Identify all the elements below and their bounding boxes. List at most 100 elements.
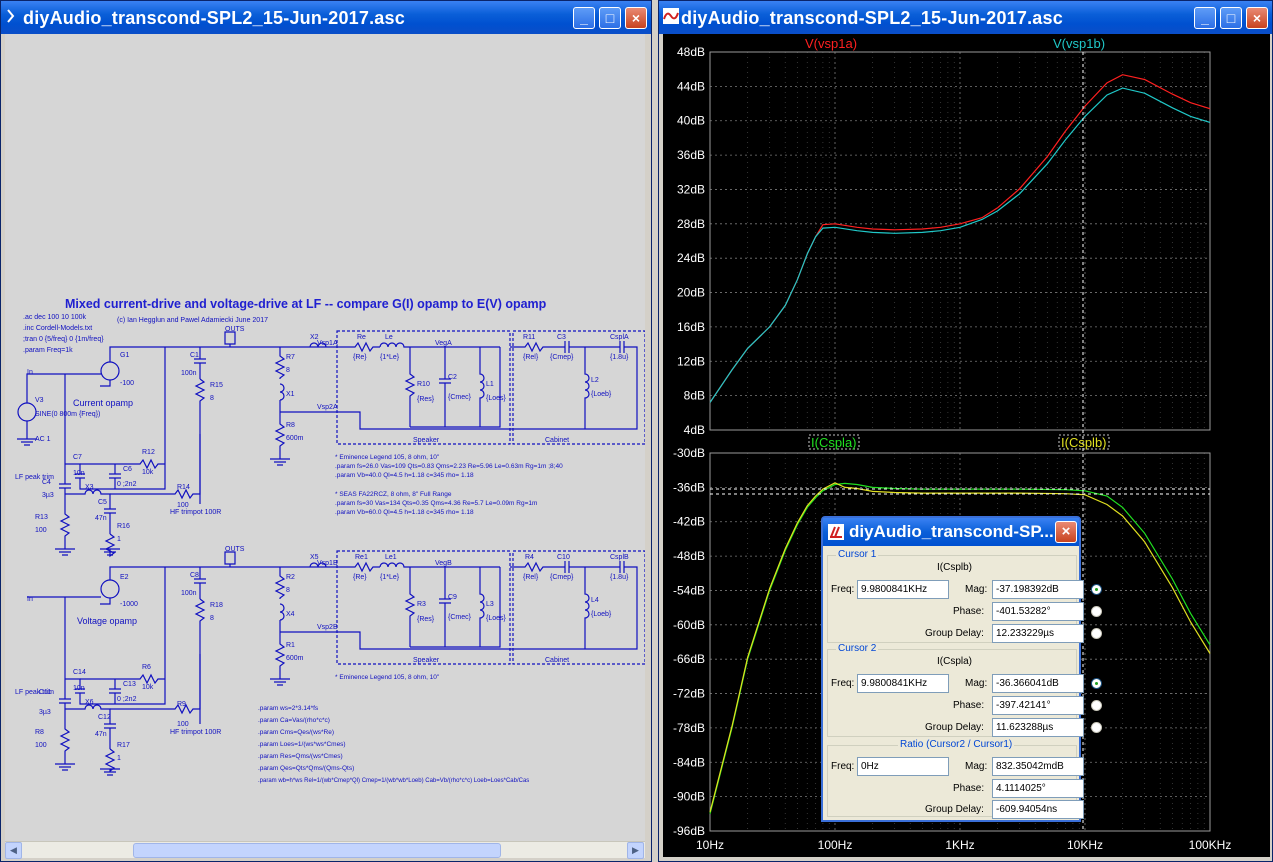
waveform-close-button[interactable]: × bbox=[1246, 7, 1268, 29]
waveform-minimize-button[interactable]: _ bbox=[1194, 7, 1216, 29]
cursor-dialog-title: diyAudio_transcond-SP... bbox=[849, 522, 1054, 541]
ratio-phase-field[interactable]: 4.1114025° bbox=[992, 779, 1084, 798]
waveform-titlebar[interactable]: diyAudio_transcond-SPL2_15-Jun-2017.asc … bbox=[659, 1, 1272, 34]
cursor1-gd-field[interactable]: 12.233229µs bbox=[992, 624, 1084, 643]
voltage-opamp-label: Voltage opamp bbox=[77, 616, 137, 626]
cursor1-mag-field[interactable]: -37.198392dB bbox=[992, 580, 1084, 599]
comp-x4: X4 bbox=[286, 611, 295, 618]
ratio-gd-field[interactable]: -609.94054ns bbox=[992, 800, 1084, 819]
cursor1-freq-field[interactable]: 9.9800841KHz bbox=[857, 580, 949, 599]
cursor2-phase-field[interactable]: -397.42141° bbox=[992, 696, 1084, 715]
vsp2b-label: Vsp2B bbox=[317, 624, 338, 631]
v3-source-value: SINE(0 800m {Freq}) bbox=[35, 411, 100, 418]
label-cspla[interactable]: I(Cspla) bbox=[811, 435, 857, 450]
directive-3: ;tran 0 {5/freq} 0 {1m/freq} bbox=[23, 336, 104, 343]
comp-le: Le bbox=[385, 334, 393, 341]
trim-r9-val: 100 bbox=[177, 721, 189, 728]
close-button[interactable]: × bbox=[625, 7, 647, 29]
cursor1-phase-label: Phase: bbox=[953, 606, 985, 617]
vega-label: VegA bbox=[435, 340, 452, 347]
cursor1-gd-radio[interactable] bbox=[1091, 628, 1102, 639]
comp-r2: R2 bbox=[286, 574, 295, 581]
vsp1a-label: Vsp1A bbox=[317, 340, 338, 347]
ratio-freq-field[interactable]: 0Hz bbox=[857, 757, 949, 776]
comp-le1: Le1 bbox=[385, 554, 397, 561]
formula-1: .param ws=2*3.14*fs bbox=[258, 705, 319, 712]
comp-loeb-val-b: {Loeb} bbox=[591, 611, 612, 618]
ratio-mag-field[interactable]: 832.35042mdB bbox=[992, 757, 1084, 776]
schematic-canvas[interactable]: Mixed current-drive and voltage-drive at… bbox=[5, 34, 646, 842]
y-tick-bottom-10: -90dB bbox=[673, 790, 705, 804]
schematic-credit: (c) Ian Hegglun and Pawel Adamiecki June… bbox=[117, 317, 268, 324]
trim-c12: C12 bbox=[98, 714, 111, 721]
trim-c6-val: 0 ;2n2 bbox=[117, 481, 137, 488]
hf-trimpot-top: HF trimpot 100R bbox=[170, 509, 221, 516]
label-vsp1a[interactable]: V(vsp1a) bbox=[805, 36, 857, 51]
schematic-hscrollbar[interactable]: ◀ ▶ bbox=[5, 841, 645, 859]
y-tick-bottom-8: -78dB bbox=[673, 721, 705, 735]
trace-vsp1b bbox=[709, 87, 1211, 403]
schematic-heading: Mixed current-drive and voltage-drive at… bbox=[65, 297, 547, 311]
label-csplb[interactable]: I(Csplb) bbox=[1061, 435, 1107, 450]
trim-r8b-val: 100 bbox=[35, 742, 47, 749]
cursor2-mag-label: Mag: bbox=[965, 678, 988, 689]
scroll-right-button[interactable]: ▶ bbox=[627, 842, 644, 859]
trim-r6: R6 bbox=[142, 664, 151, 671]
y-tick-top-7: 20dB bbox=[677, 286, 705, 300]
trim-c4-val: 3µ3 bbox=[42, 492, 54, 499]
cursor2-gd-radio[interactable] bbox=[1091, 722, 1102, 733]
comp-cspla-val: {1.8u} bbox=[610, 354, 629, 361]
comp-r15-val: 8 bbox=[210, 395, 214, 402]
scroll-left-button[interactable]: ◀ bbox=[5, 842, 22, 859]
cursor2-freq-field[interactable]: 9.9800841KHz bbox=[857, 674, 949, 693]
eminence-note-2: * Eminence Legend 105, 8 ohm, 10" bbox=[335, 674, 440, 681]
cabinet-label-top: Cabinet bbox=[545, 437, 569, 444]
comp-cmec-val-b: {Cmec} bbox=[448, 614, 472, 621]
trim-c14: C14 bbox=[73, 669, 86, 676]
y-tick-bottom-9: -84dB bbox=[673, 755, 705, 769]
comp-cmec-val: {Cmec} bbox=[448, 394, 472, 401]
cursor2-mag-radio[interactable] bbox=[1091, 678, 1102, 689]
e2-value: -1000 bbox=[120, 601, 138, 608]
v3-label: V3 bbox=[35, 397, 44, 404]
cursor-dialog-close-button[interactable]: × bbox=[1055, 521, 1077, 543]
trim-r17-val: 1 bbox=[117, 755, 121, 762]
cursor1-phase-field[interactable]: -401.53282° bbox=[992, 602, 1084, 621]
eminence-params-2: .param Vb=40.0 Ql=4.5 h=1.18 c=345 rho= … bbox=[335, 472, 474, 479]
y-tick-top-1: 44dB bbox=[677, 79, 705, 93]
comp-r7-val: 8 bbox=[286, 367, 290, 374]
cursor2-mag-field[interactable]: -36.366041dB bbox=[992, 674, 1084, 693]
comp-x5: X5 bbox=[310, 554, 319, 561]
cursor1-mag-radio[interactable] bbox=[1091, 584, 1102, 595]
comp-r18-val: 8 bbox=[210, 615, 214, 622]
y-tick-bottom-4: -54dB bbox=[673, 583, 705, 597]
y-tick-bottom-11: -96dB bbox=[673, 824, 705, 838]
waveform-maximize-button[interactable]: □ bbox=[1220, 7, 1242, 29]
comp-r2-val: 8 bbox=[286, 587, 290, 594]
x-tick-3: 10KHz bbox=[1067, 838, 1103, 852]
comp-res-val: {Res} bbox=[417, 396, 435, 403]
comp-r8-val: 600m bbox=[286, 435, 304, 442]
trim-x6: X6 bbox=[85, 699, 94, 706]
scroll-thumb[interactable] bbox=[133, 843, 501, 858]
y-tick-top-9: 12dB bbox=[677, 354, 705, 368]
y-tick-bottom-0: -30dB bbox=[673, 446, 705, 460]
cursor1-group-label: Cursor 1 bbox=[836, 549, 879, 560]
maximize-button[interactable]: □ bbox=[599, 7, 621, 29]
cursor1-phase-radio[interactable] bbox=[1091, 606, 1102, 617]
trim-c12-val: 47n bbox=[95, 731, 107, 738]
minimize-button[interactable]: _ bbox=[573, 7, 595, 29]
cursor-dialog: diyAudio_transcond-SP... × Cursor 1 I(Cs… bbox=[821, 516, 1102, 822]
y-tick-top-4: 32dB bbox=[677, 182, 705, 196]
x-tick-2: 1KHz bbox=[945, 838, 974, 852]
comp-r3: R3 bbox=[417, 601, 426, 608]
cursor2-gd-field[interactable]: 11.623288µs bbox=[992, 718, 1084, 737]
y-tick-bottom-6: -66dB bbox=[673, 652, 705, 666]
comp-x1: X1 bbox=[286, 391, 295, 398]
cursor-dialog-titlebar[interactable]: diyAudio_transcond-SP... × bbox=[823, 518, 1079, 546]
comp-loes-val-b: {Loes} bbox=[486, 615, 507, 622]
schematic-titlebar[interactable]: diyAudio_transcond-SPL2_15-Jun-2017.asc … bbox=[1, 1, 651, 34]
label-vsp1b[interactable]: V(vsp1b) bbox=[1053, 36, 1105, 51]
comp-cmep-val-b: {Cmep} bbox=[550, 574, 574, 581]
cursor2-phase-radio[interactable] bbox=[1091, 700, 1102, 711]
